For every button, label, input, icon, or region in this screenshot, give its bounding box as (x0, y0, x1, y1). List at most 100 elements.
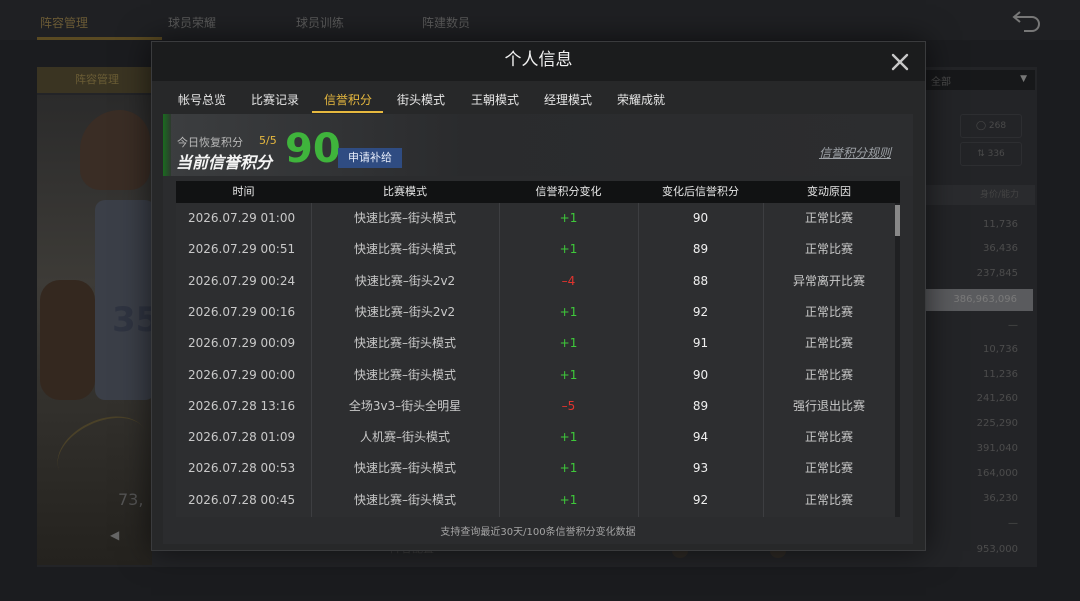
header-mode: 比赛模式 (383, 185, 427, 198)
cell-reason: 正常比赛 (804, 461, 853, 476)
table-row: 2026.07.28 13:16 全场3v3–街头全明星 –5 89 强行退出比赛 (176, 391, 896, 422)
cell-change: +1 (559, 211, 578, 225)
modal-tab-bar: 帐号总览 比赛记录 信誉积分 街头模式 王朝模式 经理模式 荣耀成就 (152, 81, 925, 114)
header-change: 信誉积分变化 (535, 185, 602, 198)
cell-after: 89 (692, 398, 709, 413)
table-body[interactable]: 2026.07.29 01:00 快速比赛–街头模式 +1 90 正常比赛 2026.07… (176, 203, 896, 517)
cell-time: 2026.07.29 01:00 (188, 211, 296, 225)
bg-right-button-1: ◯ 268 (960, 114, 1022, 138)
cell-time: 2026.07.28 01:09 (188, 430, 296, 445)
bg-value: 237,845 (976, 268, 1018, 279)
cell-after: 94 (692, 430, 709, 445)
cell-time: 2026.07.29 00:51 (188, 242, 296, 257)
table-row: 2026.07.29 00:24 快速比赛–街头2v2 –4 88 异常离开比赛 (176, 266, 896, 297)
tab-street-mode[interactable]: 街头模式 (397, 91, 445, 108)
active-tab-underline (312, 111, 383, 113)
header-reason: 变动原因 (807, 185, 851, 198)
cell-reason: 正常比赛 (804, 242, 853, 257)
apply-supply-button[interactable]: 申请补给 (338, 148, 402, 168)
tab-honor-achievements[interactable]: 荣耀成就 (617, 91, 665, 108)
bg-value: 225,290 (976, 418, 1018, 429)
bg-filter-value: 全部 (931, 77, 951, 88)
cell-mode: 快速比赛–街头模式 (353, 211, 456, 225)
cell-after: 91 (692, 336, 709, 351)
credit-score-panel: 今日恢复积分 5/5 当前信誉积分 90 申请补给 信誉积分规则 时间 比赛模式… (163, 114, 913, 544)
bg-player-arm (40, 280, 95, 400)
modal-title: 个人信息 (504, 50, 573, 70)
scrollbar-thumb[interactable] (895, 205, 900, 236)
cell-mode: 快速比赛–街头模式 (353, 242, 456, 257)
cell-reason: 异常离开比赛 (792, 273, 865, 288)
tab-manager-mode[interactable]: 经理模式 (544, 91, 592, 108)
bg-value: 10,736 (983, 344, 1018, 355)
cell-change: +1 (559, 367, 578, 382)
cell-reason: 正常比赛 (804, 430, 853, 445)
cell-change: +1 (559, 242, 578, 257)
tab-credit-score[interactable]: 信誉积分 (324, 91, 372, 108)
bg-subtab: 阵容管理 (37, 67, 157, 93)
cell-after: 90 (692, 367, 709, 382)
bg-value: — (1008, 518, 1018, 529)
cell-mode: 人机赛–街头模式 (359, 430, 450, 445)
close-icon[interactable] (889, 51, 911, 73)
cell-time: 2026.07.28 00:45 (188, 492, 296, 507)
header-time: 时间 (232, 185, 255, 198)
table-row: 2026.07.28 01:09 人机赛–街头模式 +1 94 正常比赛 (176, 422, 896, 453)
cell-time: 2026.07.29 00:00 (188, 367, 296, 382)
table-header: 时间 比赛模式 信誉积分变化 变化后信誉积分 变动原因 (176, 181, 900, 203)
cell-reason: 正常比赛 (804, 367, 853, 382)
bg-right-button-2: ⇅ 336 (960, 142, 1022, 166)
bg-value: 36,230 (983, 493, 1018, 504)
cell-after: 90 (692, 211, 709, 225)
cell-mode: 快速比赛–街头2v2 (354, 273, 456, 288)
column-divider (638, 203, 639, 517)
cell-after: 92 (692, 304, 709, 319)
cell-mode: 全场3v3–街头全明星 (348, 398, 462, 413)
tab-account-overview[interactable]: 帐号总览 (178, 91, 226, 108)
cell-time: 2026.07.29 00:09 (188, 336, 296, 351)
bg-tab-lineup: 阵容管理 (40, 16, 89, 30)
daily-recover-label: 今日恢复积分 (177, 136, 243, 149)
column-divider (763, 203, 764, 517)
credit-rules-link[interactable]: 信誉积分规则 (819, 144, 891, 161)
current-credit-label: 当前信誉积分 (176, 153, 273, 172)
tab-match-records[interactable]: 比赛记录 (251, 91, 299, 108)
modal-header: 个人信息 (152, 42, 925, 81)
bg-value: 241,260 (976, 393, 1018, 404)
cell-mode: 快速比赛–街头2v2 (354, 304, 456, 319)
bg-value: 953,000 (976, 544, 1018, 555)
cell-change: +1 (559, 304, 578, 319)
cell-change: +1 (559, 461, 578, 476)
cell-time: 2026.07.29 00:16 (188, 304, 296, 319)
cell-reason: 正常比赛 (804, 211, 853, 225)
table-row: 2026.07.29 00:51 快速比赛–街头模式 +1 89 正常比赛 (176, 234, 896, 265)
cell-time: 2026.07.28 13:16 (188, 398, 296, 413)
cell-change: +1 (559, 492, 578, 507)
cell-mode: 快速比赛–街头模式 (353, 492, 456, 507)
cell-change: –4 (561, 273, 576, 288)
score-banner: 今日恢复积分 5/5 当前信誉积分 90 申请补给 信誉积分规则 (163, 114, 913, 176)
bg-value: — (1008, 320, 1018, 331)
personal-info-modal: 个人信息 帐号总览 比赛记录 信誉积分 街头模式 王朝模式 经理模式 荣耀成就 … (151, 41, 926, 551)
credit-history-table: 时间 比赛模式 信誉积分变化 变化后信誉积分 变动原因 2026.07.29 0… (176, 181, 900, 517)
cell-after: 93 (692, 461, 709, 476)
table-scrollbar[interactable] (895, 203, 900, 517)
current-credit-value: 90 (285, 126, 341, 172)
bg-ovr: 73, (118, 490, 144, 509)
bg-player-head (80, 110, 150, 190)
column-divider (499, 203, 500, 517)
bg-tab-glory: 球员荣耀 (168, 16, 217, 30)
bg-top-tab-bar: 阵容管理 球员荣耀 球员训练 阵建数员 (0, 0, 1080, 40)
cell-time: 2026.07.29 00:24 (188, 273, 296, 288)
cell-reason: 强行退出比赛 (792, 398, 865, 413)
tab-dynasty-mode[interactable]: 王朝模式 (471, 91, 519, 108)
cell-reason: 正常比赛 (804, 336, 853, 351)
daily-recover-count: 5/5 (259, 134, 277, 147)
cell-after: 88 (692, 273, 709, 288)
cell-change: –5 (561, 398, 576, 413)
query-limit-note: 支持查询最近30天/100条信誉积分变化数据 (440, 527, 636, 538)
table-row: 2026.07.28 00:53 快速比赛–街头模式 +1 93 正常比赛 (176, 453, 896, 484)
bg-left-arrow-icon: ◀ (110, 528, 120, 542)
table-row: 2026.07.29 01:00 快速比赛–街头模式 +1 90 正常比赛 (176, 203, 896, 234)
bg-tab-training: 球员训练 (296, 16, 345, 30)
